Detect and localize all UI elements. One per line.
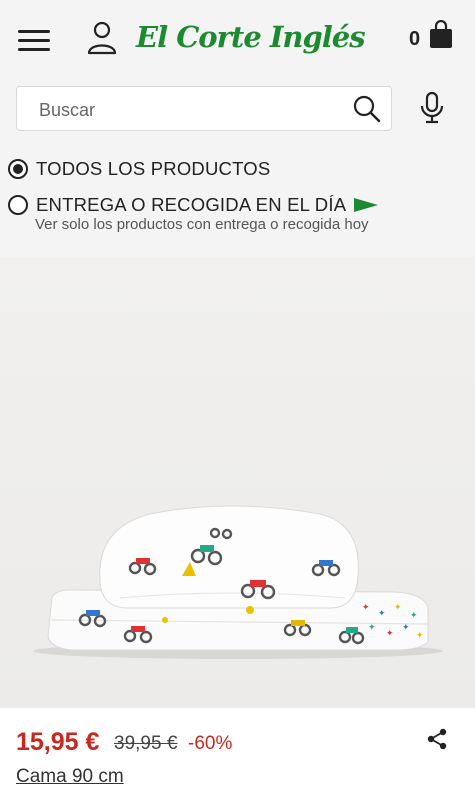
brand-logo[interactable]: El Corte Inglés (136, 10, 366, 64)
svg-text:✦: ✦ (362, 603, 370, 613)
filter-same-day-description: Ver solo los productos con entrega o rec… (35, 216, 369, 233)
svg-text:✦: ✦ (394, 603, 402, 613)
filter-same-day-label: ENTREGA O RECOGIDA EN EL DÍA (36, 194, 347, 215)
cart-count: 0 (409, 28, 421, 50)
product-variant-link[interactable]: Cama 90 cm (16, 766, 124, 788)
svg-text:✦: ✦ (386, 629, 394, 639)
user-icon[interactable] (86, 20, 118, 56)
svg-text:✦: ✦ (402, 623, 410, 633)
radio-same-day[interactable] (8, 195, 28, 215)
product-info: 15,95 € 39,95 € -60% Cama 90 cm (0, 708, 475, 803)
delivery-filter: TODOS LOS PRODUCTOS ENTREGA O RECOGIDA E… (0, 146, 475, 244)
search-icon[interactable] (353, 95, 381, 123)
flag-icon (354, 198, 379, 212)
search-box (16, 86, 392, 131)
search-input[interactable] (37, 95, 351, 125)
filter-all-products[interactable]: TODOS LOS PRODUCTOS (8, 158, 270, 180)
svg-text:✦: ✦ (368, 623, 376, 633)
shopping-bag-icon[interactable] (428, 20, 454, 50)
radio-all-products[interactable] (8, 159, 28, 179)
menu-icon[interactable] (18, 28, 52, 54)
microphone-icon[interactable] (419, 91, 445, 125)
discount-badge: -60% (188, 733, 233, 754)
svg-text:✦: ✦ (416, 631, 424, 641)
svg-text:✦: ✦ (378, 609, 386, 619)
bedding-illustration: ✦✦✦ ✦✦✦ ✦✦ (33, 505, 443, 659)
header: El Corte Inglés 0 (0, 0, 475, 80)
filter-same-day[interactable]: ENTREGA O RECOGIDA EN EL DÍA (8, 194, 379, 216)
current-price: 15,95 € (16, 728, 100, 756)
filter-all-products-label: TODOS LOS PRODUCTOS (36, 158, 271, 179)
product-image[interactable]: ✦ ✦ ✦ ✦ ✦ ✦ ✦ ✦ (0, 258, 475, 708)
original-price: 39,95 € (114, 733, 178, 754)
svg-text:✦: ✦ (410, 611, 418, 621)
share-icon[interactable] (426, 728, 448, 750)
